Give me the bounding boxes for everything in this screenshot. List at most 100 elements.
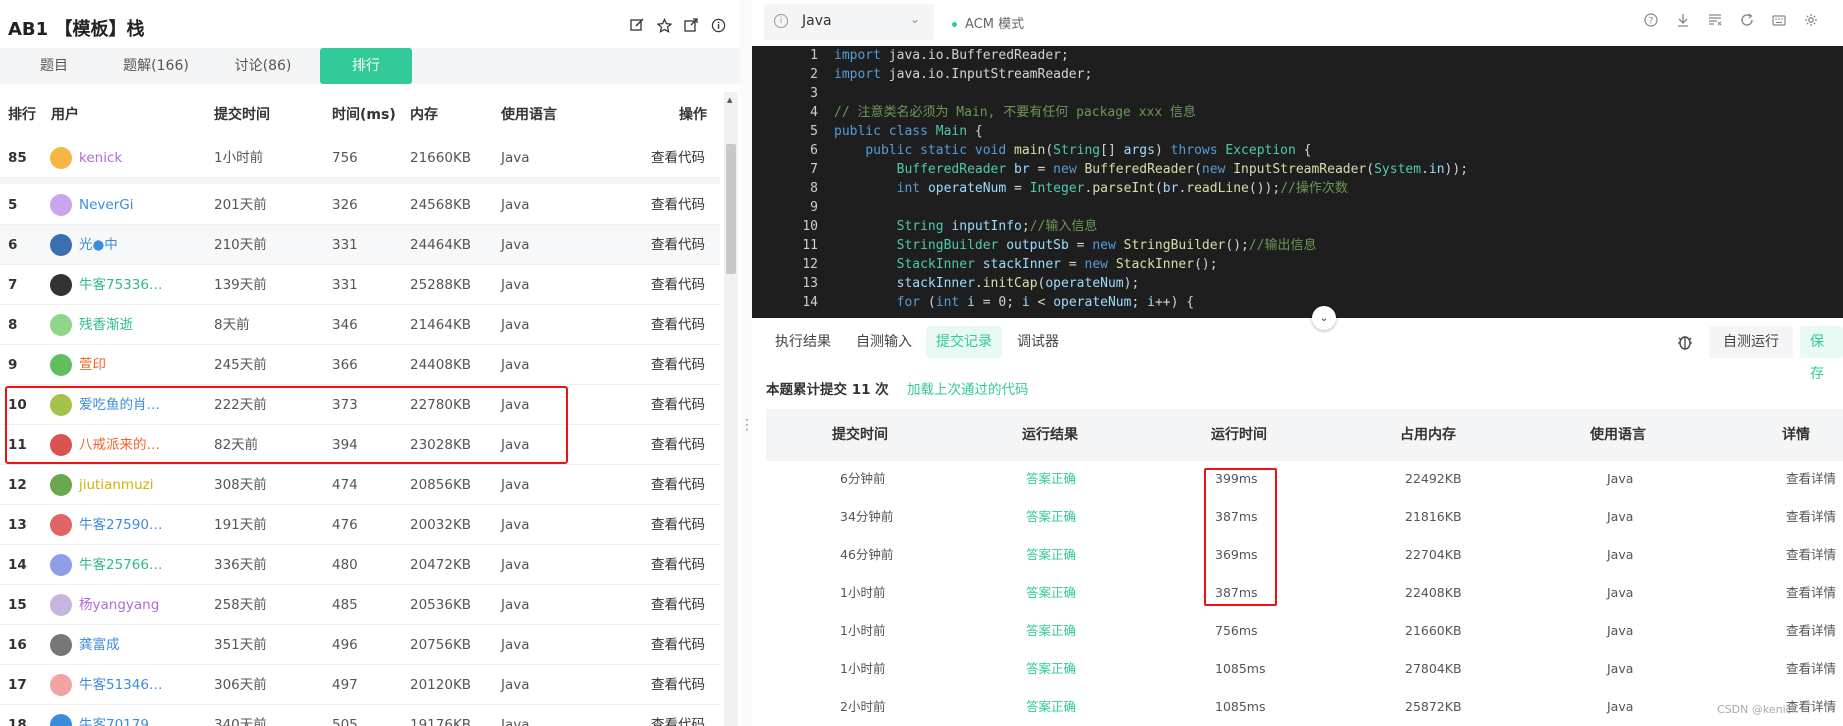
view-code-link[interactable]: 查看代码	[651, 665, 705, 705]
help-icon[interactable]: ?	[1643, 13, 1659, 29]
debug-bug-icon[interactable]	[1676, 326, 1696, 358]
avatar[interactable]	[50, 514, 72, 536]
avatar[interactable]	[50, 234, 72, 256]
user-name-link[interactable]: 牛客70179…	[79, 705, 162, 726]
format-icon[interactable]	[1707, 13, 1723, 29]
info-icon[interactable]	[710, 17, 726, 33]
code-line[interactable]: 10 String inputInfo;//输入信息	[752, 217, 1843, 236]
code-line[interactable]: 11 StringBuilder outputSb = new StringBu…	[752, 236, 1843, 255]
view-code-link[interactable]: 查看代码	[651, 138, 705, 178]
custom-run-button[interactable]: 自测运行	[1709, 326, 1793, 358]
view-details-link[interactable]: 查看详情	[1786, 498, 1836, 536]
language-select[interactable]: i Java ⌄	[764, 4, 934, 40]
code-line[interactable]: 3	[752, 84, 1843, 103]
code-line[interactable]: 2 import java.io.InputStreamReader;	[752, 65, 1843, 84]
tab-custom-input[interactable]: 自测输入	[856, 326, 912, 358]
save-button[interactable]: 保存	[1800, 326, 1843, 382]
load-last-passed-link[interactable]: 加载上次通过的代码	[907, 378, 1029, 398]
view-code-link[interactable]: 查看代码	[651, 265, 705, 305]
view-details-link[interactable]: 查看详情	[1786, 460, 1836, 498]
view-code-link[interactable]: 查看代码	[651, 505, 705, 545]
tab-ranking[interactable]: 排行	[320, 48, 412, 84]
panel-splitter[interactable]	[740, 0, 752, 726]
code-line[interactable]: 1 import java.io.BufferedReader;	[752, 46, 1843, 65]
user-name-link[interactable]: 杨yangyang	[79, 585, 159, 625]
avatar[interactable]	[50, 634, 72, 656]
user-name-link[interactable]: 萱印	[79, 345, 106, 385]
avatar[interactable]	[50, 474, 72, 496]
avatar[interactable]	[50, 594, 72, 616]
code-line[interactable]: 7 BufferedReader br = new BufferedReader…	[752, 160, 1843, 179]
download-icon[interactable]	[1675, 13, 1691, 29]
keyboard-icon[interactable]	[1771, 13, 1787, 29]
code-line[interactable]: 9	[752, 198, 1843, 217]
tab-submissions[interactable]: 提交记录	[926, 326, 1002, 358]
user-name-link[interactable]: 龚富成	[79, 625, 120, 665]
settings-icon[interactable]	[1803, 13, 1819, 29]
memory: 19176KB	[410, 717, 472, 726]
user-name-link[interactable]: NeverGi	[79, 185, 133, 225]
user-name-link[interactable]: 牛客27590…	[79, 505, 162, 545]
code-line[interactable]: 4 // 注意类名必须为 Main, 不要有任何 package xxx 信息	[752, 103, 1843, 122]
submission-summary: 本题累计提交 11 次	[766, 382, 889, 398]
user-name-link[interactable]: jiutianmuzi	[79, 465, 153, 505]
ranking-scrollbar[interactable]: ▲	[724, 92, 738, 726]
view-code-link[interactable]: 查看代码	[651, 305, 705, 345]
code-line[interactable]: 12 StackInner stackInner = new StackInne…	[752, 255, 1843, 274]
code-line[interactable]: 14 for (int i = 0; i < operateNum; i++) …	[752, 293, 1843, 312]
code-line[interactable]: 5 public class Main {	[752, 122, 1843, 141]
view-code-link[interactable]: 查看代码	[651, 185, 705, 225]
language: Java	[501, 637, 530, 653]
avatar[interactable]	[50, 554, 72, 576]
share-icon[interactable]	[683, 17, 699, 33]
acm-mode-toggle[interactable]: ACM 模式	[952, 13, 1024, 32]
user-name-link[interactable]: 牛客25766…	[79, 545, 162, 585]
avatar[interactable]	[50, 714, 72, 726]
scroll-up-arrow[interactable]: ▲	[727, 96, 732, 104]
submit-time: 1小时前	[840, 585, 886, 600]
code-line[interactable]: 13 stackInner.initCap(operateNum);	[752, 274, 1843, 293]
avatar[interactable]	[50, 194, 72, 216]
view-details-link[interactable]: 查看详情	[1786, 650, 1836, 688]
user-name-link[interactable]: 光●中	[79, 225, 118, 265]
code-editor[interactable]: 1 import java.io.BufferedReader; 2 import j…	[752, 46, 1843, 318]
view-code-link[interactable]: 查看代码	[651, 225, 705, 265]
divider	[0, 178, 720, 184]
refresh-icon[interactable]	[1739, 13, 1755, 29]
view-code-link[interactable]: 查看代码	[651, 625, 705, 665]
view-code-link[interactable]: 查看代码	[651, 385, 705, 425]
view-code-link[interactable]: 查看代码	[651, 465, 705, 505]
user-name-link[interactable]: 牛客51346…	[79, 665, 162, 705]
user-name-link[interactable]: kenick	[79, 138, 122, 178]
view-code-link[interactable]: 查看代码	[651, 705, 705, 726]
scroll-thumb[interactable]	[726, 144, 736, 274]
ranking-row: 9 萱印 245天前 366 24408KB Java 查看代码	[0, 345, 720, 385]
splitter-handle-icon[interactable]: · · ·	[745, 414, 749, 436]
tab-run-result[interactable]: 执行结果	[775, 326, 831, 358]
tab-debugger[interactable]: 调试器	[1017, 326, 1059, 358]
code-line[interactable]: 8 int operateNum = Integer.parseInt(br.r…	[752, 179, 1843, 198]
view-details-link[interactable]: 查看详情	[1786, 574, 1836, 612]
view-details-link[interactable]: 查看详情	[1786, 612, 1836, 650]
avatar[interactable]	[50, 274, 72, 296]
view-details-link[interactable]: 查看详情	[1786, 536, 1836, 574]
edit-icon[interactable]	[629, 17, 645, 33]
avatar[interactable]	[50, 147, 72, 169]
user-name-link[interactable]: 残香渐逝	[79, 305, 133, 345]
view-code-link[interactable]: 查看代码	[651, 585, 705, 625]
result-status: 答案正确	[1026, 509, 1077, 524]
avatar[interactable]	[50, 674, 72, 696]
view-code-link[interactable]: 查看代码	[651, 425, 705, 465]
code-line[interactable]: 6 public static void main(String[] args)…	[752, 141, 1843, 160]
language: Java	[1607, 509, 1634, 524]
tab-discussion[interactable]: 讨论(86)	[230, 48, 296, 84]
star-icon[interactable]	[656, 17, 672, 33]
tab-problem[interactable]: 题目	[35, 48, 73, 84]
ranking-row: 5 NeverGi 201天前 326 24568KB Java 查看代码	[0, 185, 720, 225]
view-code-link[interactable]: 查看代码	[651, 545, 705, 585]
user-name-link[interactable]: 牛客75336…	[79, 265, 162, 305]
view-code-link[interactable]: 查看代码	[651, 345, 705, 385]
avatar[interactable]	[50, 354, 72, 376]
tab-solutions[interactable]: 题解(166)	[115, 48, 197, 84]
avatar[interactable]	[50, 314, 72, 336]
